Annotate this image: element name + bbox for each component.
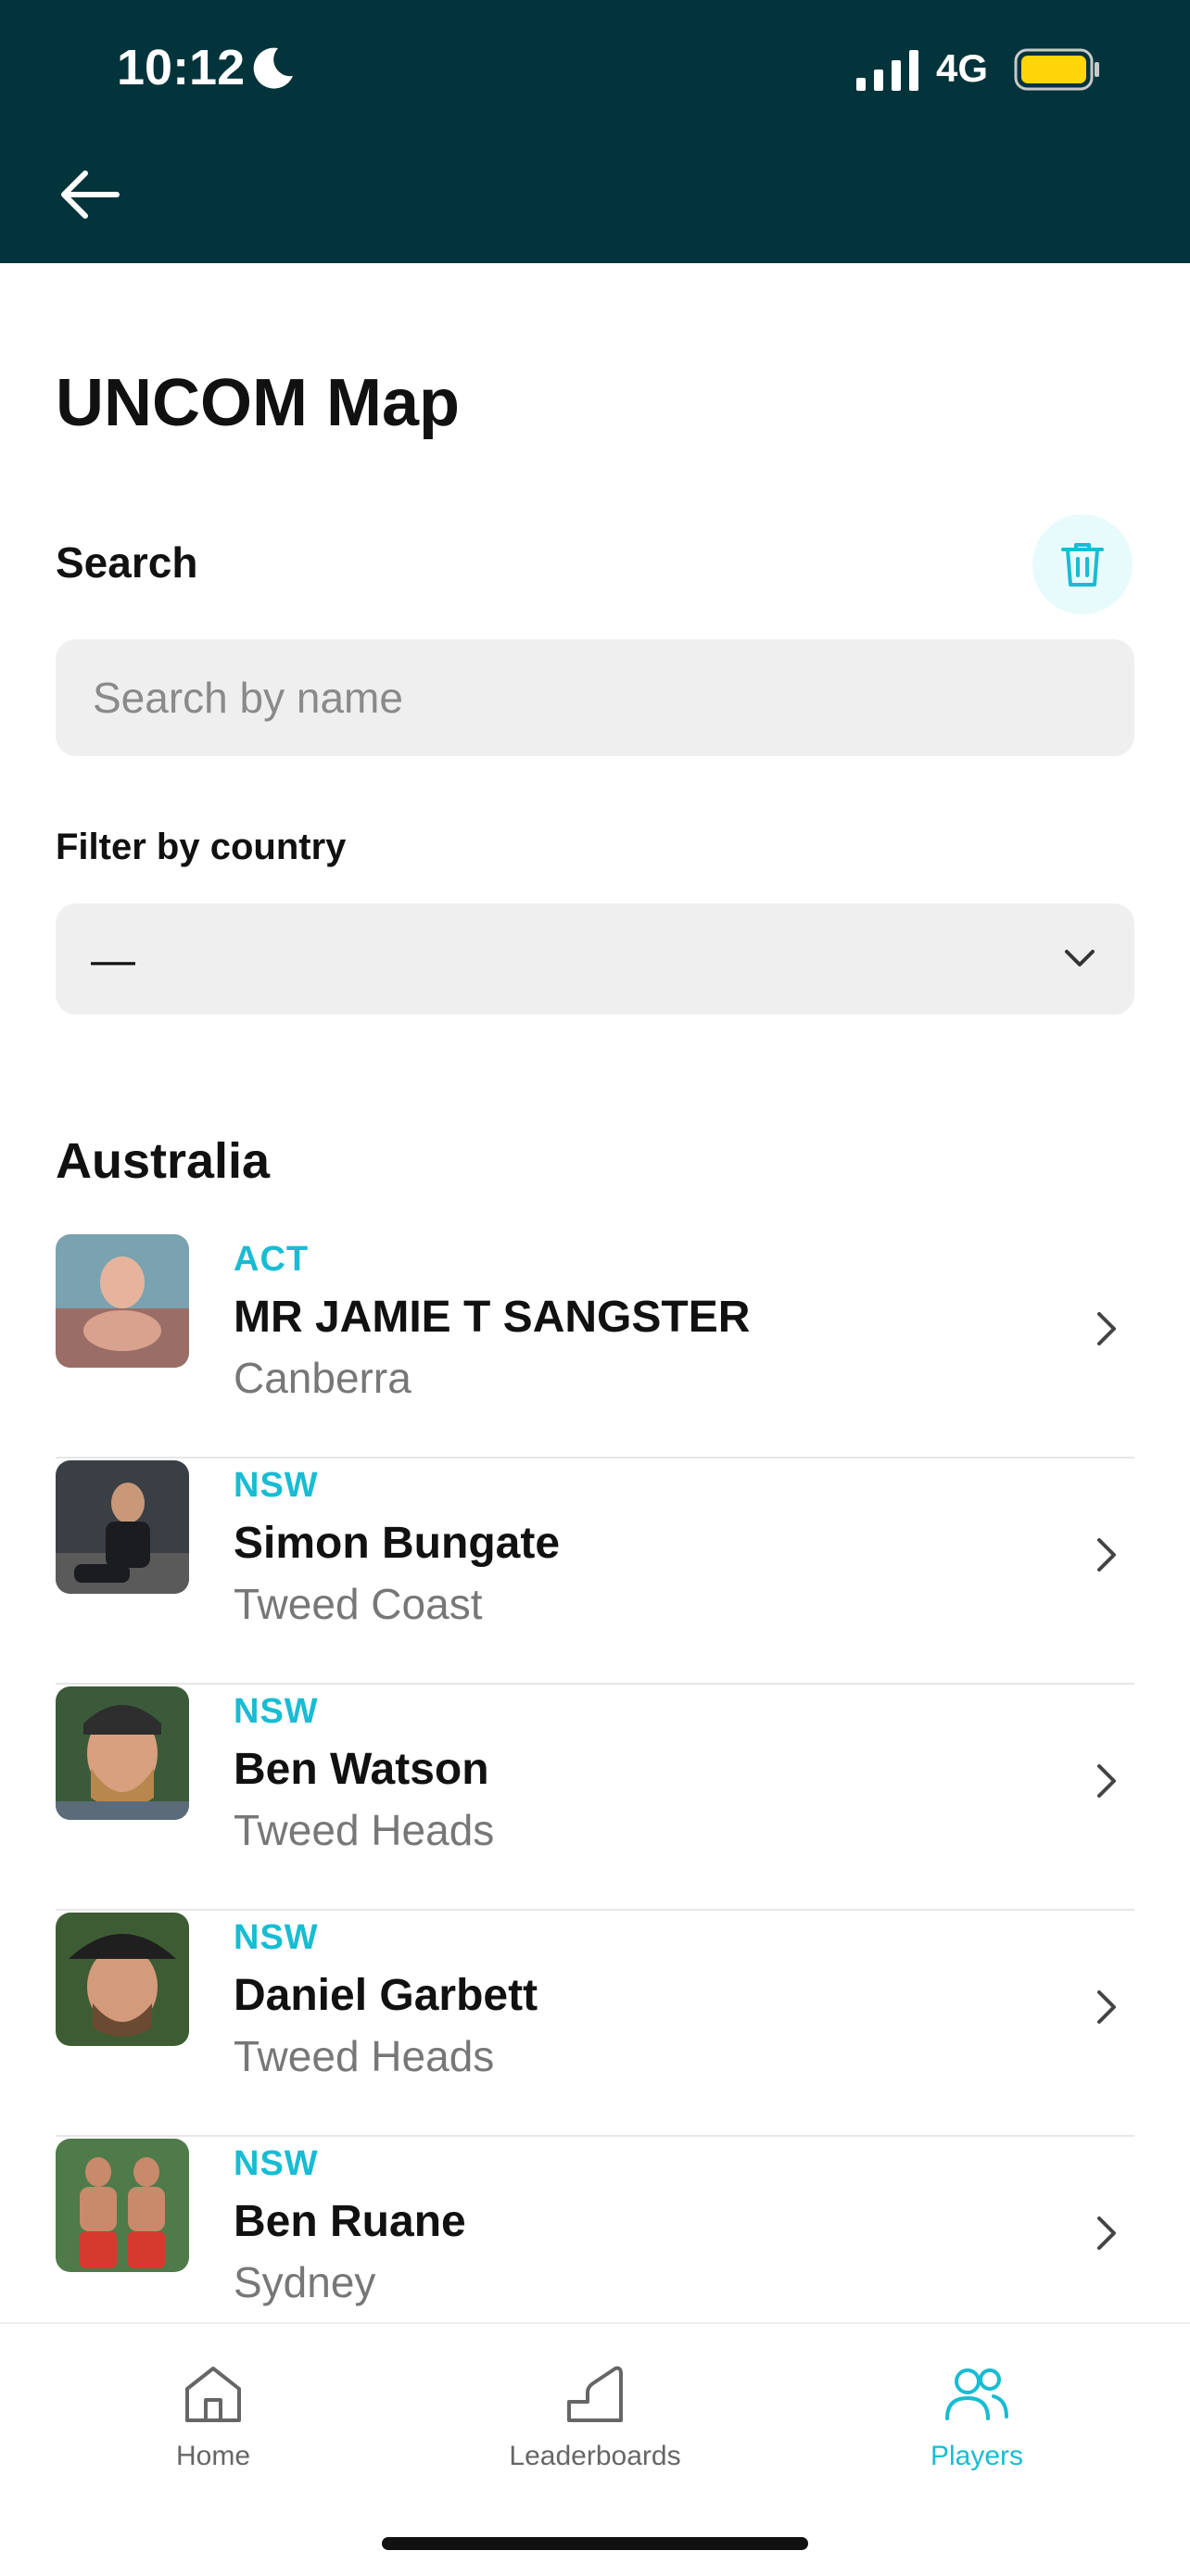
- chevron-right-icon: [1097, 2216, 1116, 2250]
- tab-leaderboards[interactable]: Leaderboards: [456, 2361, 734, 2472]
- app-header: 10:12 4G: [0, 0, 1190, 263]
- chevron-right-icon: [1097, 1764, 1116, 1798]
- player-region: NSW: [234, 1466, 319, 1505]
- player-row[interactable]: NSW Ben Watson Tweed Heads: [56, 1685, 1134, 1911]
- section-title-country: Australia: [56, 1133, 271, 1189]
- country-select[interactable]: —: [56, 903, 1134, 1015]
- player-name: Ben Ruane: [234, 2197, 466, 2246]
- chevron-right-icon: [1097, 1990, 1116, 2024]
- signal-icon: [856, 50, 918, 91]
- search-input[interactable]: [56, 639, 1134, 756]
- player-name: Daniel Garbett: [234, 1971, 538, 2020]
- player-list: ACT MR JAMIE T SANGSTER Canberra NSW Sim…: [56, 1232, 1134, 2363]
- player-row[interactable]: ACT MR JAMIE T SANGSTER Canberra: [56, 1232, 1134, 1458]
- tab-players[interactable]: Players: [838, 2361, 1116, 2472]
- player-city: Tweed Heads: [234, 2032, 495, 2080]
- player-region: ACT: [234, 1240, 310, 1279]
- avatar: [56, 1460, 189, 1594]
- back-arrow-icon[interactable]: [59, 169, 120, 221]
- player-region: NSW: [234, 1692, 319, 1731]
- avatar: [56, 1686, 189, 1820]
- status-time: 10:12: [117, 40, 246, 95]
- clear-button[interactable]: [1032, 514, 1133, 614]
- home-indicator: [382, 2537, 808, 2550]
- network-label: 4G: [936, 46, 989, 90]
- player-city: Tweed Coast: [234, 1580, 483, 1628]
- player-city: Tweed Heads: [234, 1806, 495, 1854]
- avatar: [56, 1913, 189, 2046]
- player-city: Sydney: [234, 2258, 376, 2306]
- filter-label: Filter by country: [56, 827, 347, 867]
- player-name: MR JAMIE T SANGSTER: [234, 1293, 751, 1342]
- avatar: [56, 2139, 189, 2272]
- player-name: Simon Bungate: [234, 1519, 561, 1568]
- player-row[interactable]: NSW Simon Bungate Tweed Coast: [56, 1458, 1134, 1685]
- chevron-right-icon: [1097, 1312, 1116, 1345]
- battery-icon: [1014, 48, 1099, 91]
- player-region: NSW: [234, 1918, 319, 1957]
- users-icon: [945, 2368, 1008, 2420]
- country-select-value: —: [91, 936, 135, 985]
- player-city: Canberra: [234, 1354, 411, 1402]
- tab-leaderboards-label: Leaderboards: [509, 2441, 681, 2471]
- player-region: NSW: [234, 2144, 319, 2183]
- moon-icon: [253, 47, 293, 89]
- player-row[interactable]: NSW Daniel Garbett Tweed Heads: [56, 1911, 1134, 2137]
- tab-home-label: Home: [175, 2441, 251, 2471]
- tab-home[interactable]: Home: [74, 2361, 352, 2472]
- trash-icon: [1061, 543, 1104, 587]
- leaderboard-icon: [567, 2366, 623, 2422]
- search-label: Search: [56, 538, 198, 587]
- page-title: UNCOM Map: [56, 366, 460, 440]
- avatar: [56, 1234, 189, 1368]
- chevron-down-icon: [1065, 950, 1095, 966]
- chevron-right-icon: [1097, 1538, 1116, 1572]
- tab-players-label: Players: [930, 2441, 1024, 2471]
- home-icon: [185, 2367, 241, 2422]
- player-name: Ben Watson: [234, 1745, 489, 1794]
